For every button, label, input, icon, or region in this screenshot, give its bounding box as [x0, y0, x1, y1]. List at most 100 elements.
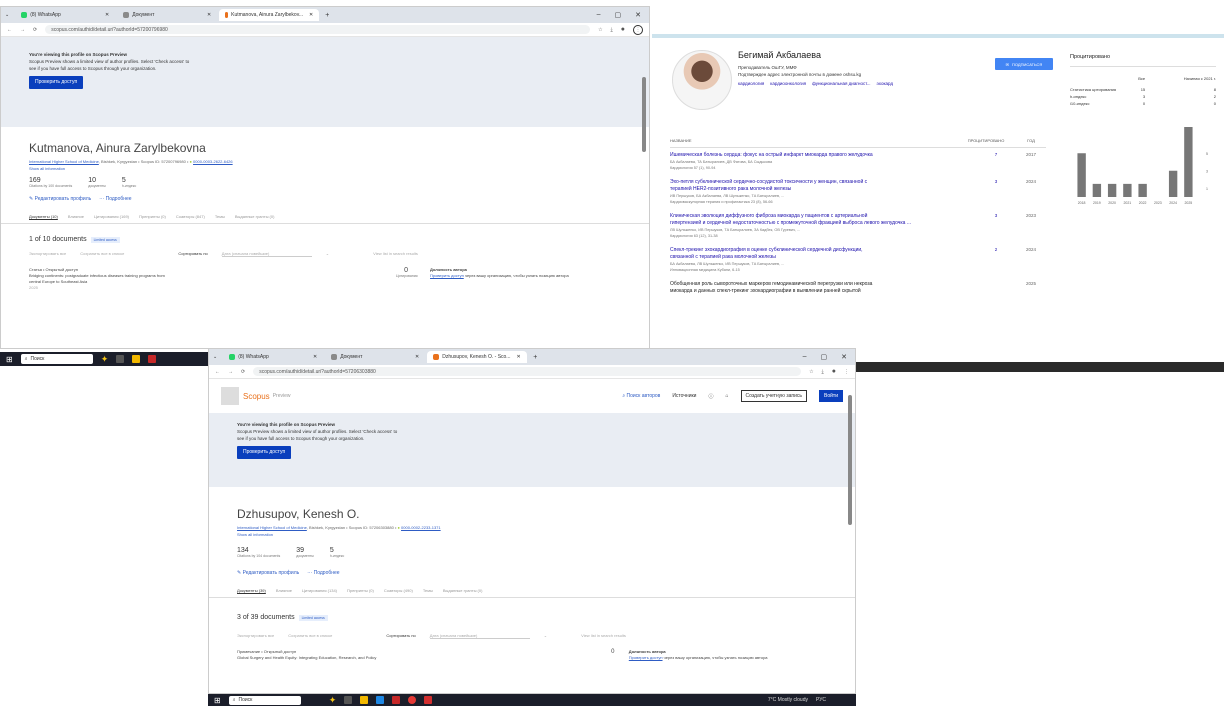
subtab-impact[interactable]: Влияние [276, 588, 292, 593]
author-position-access-link[interactable]: Проверить доступ [430, 273, 464, 278]
close-window-icon[interactable]: ✕ [635, 11, 641, 19]
close-window-icon[interactable]: ✕ [841, 353, 847, 361]
close-icon[interactable]: ✕ [516, 354, 520, 360]
url-field[interactable]: scopus.com/authid/detail.uri?authorId=57… [45, 25, 591, 34]
back-icon[interactable]: ← [215, 369, 220, 375]
check-access-button[interactable]: Проверить доступ [29, 76, 84, 89]
minimize-icon[interactable]: – [803, 353, 807, 361]
subtab-preprints[interactable]: Препринты (0) [347, 588, 374, 593]
login-button[interactable]: Войти [819, 390, 843, 402]
citation-bar-2025[interactable] [1184, 127, 1193, 197]
copilot-icon[interactable]: ✦ [329, 695, 337, 706]
chevron-down-icon[interactable]: ⌄ [544, 633, 547, 639]
subtab-citations[interactable]: Цитирования (169) [94, 214, 129, 219]
forward-icon[interactable]: → [228, 369, 233, 375]
menu-icon[interactable]: ⋮ [633, 24, 643, 35]
view-list-link[interactable]: View list in search results [581, 633, 626, 639]
sources-link[interactable]: Источники [672, 393, 696, 399]
citation-bar-2018[interactable] [1077, 153, 1086, 197]
citation-bar-2020[interactable] [1107, 183, 1117, 197]
tab-whatsapp[interactable]: (8) WhatsApp ✕ [15, 9, 115, 21]
edit-profile-link[interactable]: ✎ Редактировать профиль [29, 196, 91, 202]
windows-start-icon[interactable]: ⊞ [214, 696, 221, 705]
maximize-icon[interactable]: ▢ [821, 353, 828, 361]
tab-list-icon[interactable]: ⌄ [5, 12, 9, 18]
close-icon[interactable]: ✕ [415, 354, 419, 360]
reload-icon[interactable]: ⟳ [33, 27, 37, 33]
search-authors-link[interactable]: ⌕ Поиск авторов [622, 393, 660, 399]
subtab-impact[interactable]: Влияние [68, 214, 84, 219]
author-position-access-link[interactable]: Проверить доступ [629, 655, 663, 660]
view-list-link[interactable]: View list in search results [373, 251, 418, 257]
more-link[interactable]: ··· Подробнее [307, 570, 339, 576]
profile-icon[interactable]: ● [621, 26, 625, 33]
citation-bar-2021[interactable] [1123, 183, 1132, 197]
download-icon[interactable]: ⤓ [611, 27, 613, 33]
tab-document[interactable]: Документ ✕ [325, 351, 425, 363]
subtab-grants[interactable]: Выданные гранты (0) [443, 588, 483, 593]
tab-whatsapp[interactable]: (8) WhatsApp ✕ [223, 351, 323, 363]
new-tab-icon[interactable]: + [533, 354, 537, 361]
chrome-icon[interactable] [408, 696, 417, 704]
save-list-link[interactable]: Сохранить все в списке [288, 633, 332, 639]
edit-profile-link[interactable]: ✎ Редактировать профиль [237, 570, 299, 576]
minimize-icon[interactable]: – [597, 11, 601, 19]
download-icon[interactable]: ⤓ [822, 369, 824, 375]
tab-scopus-kutmanova[interactable]: Kutmanova, Ainura Zarylbekov... ✕ [219, 9, 320, 21]
new-tab-icon[interactable]: + [325, 12, 329, 19]
subtab-coauthors[interactable]: Соавторы (490) [384, 588, 413, 593]
subtab-topics[interactable]: Темы [215, 214, 225, 219]
tab-list-icon[interactable]: ⌄ [213, 354, 217, 360]
citation-bar-2022[interactable] [1138, 183, 1147, 197]
subtab-coauthors[interactable]: Соавторы (847) [176, 214, 205, 219]
close-icon[interactable]: ✕ [207, 12, 211, 18]
scrollbar[interactable] [848, 395, 852, 525]
star-icon[interactable]: ☆ [598, 27, 602, 33]
citation-bar-2024[interactable] [1168, 170, 1178, 197]
close-icon[interactable]: ✕ [309, 12, 313, 18]
citation-bar-2019[interactable] [1092, 183, 1102, 197]
chevron-down-icon[interactable]: ⌄ [326, 251, 329, 257]
taskview-icon[interactable] [116, 355, 125, 363]
sort-select[interactable]: Дата (сначала новейшие) [429, 633, 530, 639]
export-all-link[interactable]: Экспортировать все [237, 633, 274, 639]
tab-document[interactable]: Документ ✕ [117, 9, 217, 21]
app-icon[interactable] [392, 696, 401, 704]
taskbar-search[interactable]: ⌕ Поиск [20, 354, 93, 364]
maximize-icon[interactable]: ▢ [615, 11, 622, 19]
reload-icon[interactable]: ⟳ [241, 369, 245, 375]
sort-select[interactable]: Дата (сначала новейшие) [221, 251, 312, 257]
language-indicator[interactable]: РУС [816, 697, 826, 703]
more-link[interactable]: ··· Подробнее [99, 196, 131, 202]
forward-icon[interactable]: → [20, 27, 25, 33]
explorer-icon[interactable] [360, 696, 369, 704]
subtab-topics[interactable]: Темы [423, 588, 433, 593]
subtab-preprints[interactable]: Препринты (0) [139, 214, 166, 219]
star-icon[interactable]: ☆ [809, 369, 813, 375]
taskbar-search[interactable]: ⌕ Поиск [228, 695, 301, 705]
subtab-grants[interactable]: Выданные гранты (0) [235, 214, 275, 219]
weather-status[interactable]: 7°C Mostly cloudy [768, 697, 808, 703]
close-icon[interactable]: ✕ [105, 12, 109, 18]
url-field[interactable]: scopus.com/authid/detail.uri?authorId=57… [253, 367, 802, 376]
scrollbar[interactable] [642, 77, 646, 152]
profile-icon[interactable]: ● [832, 368, 836, 375]
subtab-documents[interactable]: Документы (10) [29, 214, 58, 219]
edge-icon[interactable] [376, 696, 385, 704]
windows-start-icon[interactable]: ⊞ [6, 355, 13, 364]
copilot-icon[interactable]: ✦ [101, 354, 109, 365]
follow-button[interactable]: ✉ ПОДПИСАТЬСЯ [995, 58, 1053, 70]
tab-scopus-dzhusupov[interactable]: Dzhusupov, Kenesh O. - Sco... ✕ [427, 351, 528, 363]
subtab-documents[interactable]: Документы (39) [237, 588, 266, 593]
institution-icon[interactable]: ⌂ [725, 393, 728, 399]
close-icon[interactable]: ✕ [313, 354, 317, 360]
app-icon[interactable] [148, 355, 157, 363]
back-icon[interactable]: ← [7, 27, 12, 33]
menu-icon[interactable]: ⋮ [844, 369, 849, 375]
save-list-link[interactable]: Сохранить все в списке [80, 251, 124, 257]
help-icon[interactable]: ⓘ [708, 393, 713, 400]
pdf-icon[interactable] [424, 696, 433, 704]
explorer-icon[interactable] [132, 355, 141, 363]
export-all-link[interactable]: Экспортировать все [29, 251, 66, 257]
taskview-icon[interactable] [344, 696, 353, 704]
